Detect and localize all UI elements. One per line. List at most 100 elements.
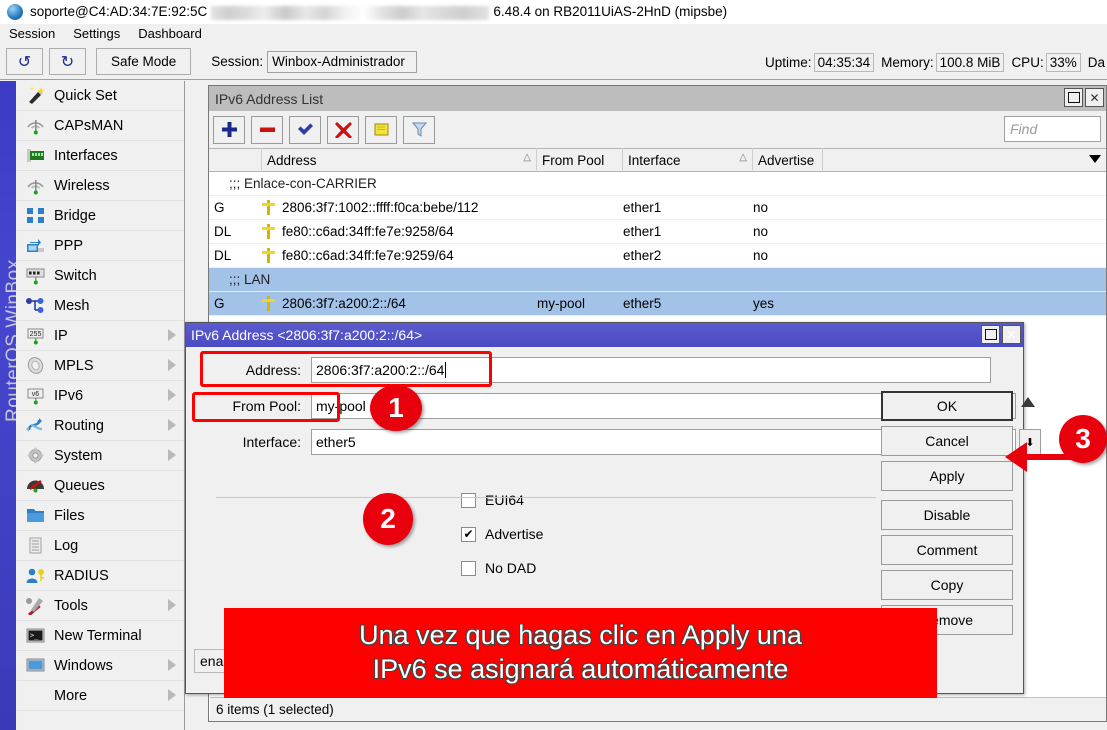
bridge-arrows-icon	[22, 205, 48, 227]
sidebar-item-ppp[interactable]: PPP	[16, 231, 184, 261]
sidebar-item-ipv6[interactable]: v6 IPv6	[16, 381, 184, 411]
sidebar-item-windows[interactable]: Windows	[16, 651, 184, 681]
title-redacted-region	[211, 6, 489, 20]
log-list-icon	[22, 535, 48, 557]
ok-button[interactable]: OK	[881, 391, 1013, 421]
ipv6-icon: v6	[22, 385, 48, 407]
apply-button[interactable]: Apply	[881, 461, 1013, 491]
eui64-label: EUI64	[485, 492, 524, 508]
remove-button[interactable]	[251, 116, 283, 144]
sidebar-item-files[interactable]: Files	[16, 501, 184, 531]
chevron-right-icon	[168, 599, 176, 611]
dialog-window-controls: ✕	[981, 325, 1021, 344]
disable-button[interactable]: Disable	[881, 500, 1013, 530]
table-row[interactable]: DL fe80::c6ad:34ff:fe7e:9258/64 ether1 n…	[209, 220, 1106, 244]
cancel-button[interactable]: Cancel	[881, 426, 1013, 456]
safe-mode-button[interactable]: Safe Mode	[96, 48, 191, 75]
column-address[interactable]: Address △	[262, 148, 537, 172]
list-window-titlebar: IPv6 Address List ✕	[209, 86, 1106, 111]
sidebar-item-label: Log	[54, 538, 78, 554]
sidebar-item-more[interactable]: More	[16, 681, 184, 711]
annotation-badge-1: 1	[370, 385, 422, 431]
close-icon[interactable]: ✕	[1002, 325, 1021, 344]
sidebar-item-mpls[interactable]: MPLS	[16, 351, 184, 381]
filter-button[interactable]	[403, 116, 435, 144]
disable-button[interactable]	[327, 116, 359, 144]
sort-indicator-icon: △	[739, 152, 747, 163]
table-row-comment[interactable]: ;;; LAN	[209, 268, 1106, 292]
sidebar-item-bridge[interactable]: Bridge	[16, 201, 184, 231]
column-label: From Pool	[542, 153, 604, 168]
sidebar-item-log[interactable]: Log	[16, 531, 184, 561]
sidebar-item-label: MPLS	[54, 358, 94, 374]
sidebar-item-label: CAPsMAN	[54, 118, 123, 134]
note-line-1: Una vez que hagas clic en Apply una	[359, 619, 802, 653]
column-from-pool[interactable]: From Pool	[537, 148, 623, 172]
sidebar-item-switch[interactable]: Switch	[16, 261, 184, 291]
cell-advertise: no	[753, 200, 823, 215]
user-key-icon	[22, 565, 48, 587]
address-input[interactable]: 2806:3f7:a200:2::/64	[311, 357, 991, 383]
cell-interface: ether2	[623, 248, 753, 263]
no-dad-label: No DAD	[485, 560, 536, 576]
comment-button[interactable]	[365, 116, 397, 144]
window-controls: ✕	[1064, 88, 1104, 107]
chevron-down-icon[interactable]	[1089, 155, 1101, 163]
sidebar-item-quick-set[interactable]: Quick Set	[16, 81, 184, 111]
session-value[interactable]: Winbox-Administrador	[267, 51, 417, 73]
column-interface[interactable]: Interface △	[623, 148, 753, 172]
chevron-right-icon	[168, 329, 176, 341]
sidebar-item-wireless[interactable]: Wireless	[16, 171, 184, 201]
eui64-checkbox[interactable]	[461, 493, 476, 508]
table-row[interactable]: G 2806:3f7:1002::ffff:f0ca:bebe/112 ethe…	[209, 196, 1106, 220]
sidebar-item-label: Switch	[54, 268, 97, 284]
folder-icon	[22, 505, 48, 527]
column-label: Interface	[628, 153, 681, 168]
uptime-value: 04:35:34	[814, 53, 875, 72]
sidebar-item-label: IP	[54, 328, 68, 344]
annotation-note-box: Una vez que hagas clic en Apply una IPv6…	[224, 608, 937, 698]
advertise-checkbox[interactable]: ✔	[461, 527, 476, 542]
sidebar-item-system[interactable]: System	[16, 441, 184, 471]
table-row[interactable]: DL fe80::c6ad:34ff:fe7e:9259/64 ether2 n…	[209, 244, 1106, 268]
chevron-right-icon	[168, 449, 176, 461]
enable-button[interactable]	[289, 116, 321, 144]
main-toolbar: ↺ ↻ Safe Mode Session: Winbox-Administra…	[0, 44, 1107, 80]
sidebar-item-label: Tools	[54, 598, 88, 614]
copy-button[interactable]: Copy	[881, 570, 1013, 600]
cell-interface: ether5	[623, 296, 753, 311]
ip-255-icon: 255	[22, 325, 48, 347]
sidebar-item-mesh[interactable]: Mesh	[16, 291, 184, 321]
add-button[interactable]	[213, 116, 245, 144]
table-row-comment[interactable]: ;;; Enlace-con-CARRIER	[209, 172, 1106, 196]
menu-settings[interactable]: Settings	[64, 24, 129, 44]
redo-arrow-icon[interactable]: ↻	[49, 48, 86, 75]
menu-session[interactable]: Session	[0, 24, 64, 44]
maximize-icon[interactable]	[981, 325, 1000, 344]
column-label: Address	[267, 153, 317, 168]
from-pool-collapse-icon[interactable]	[1021, 397, 1035, 407]
column-label: Advertise	[758, 153, 814, 168]
comment-button[interactable]: Comment	[881, 535, 1013, 565]
sidebar-item-radius[interactable]: RADIUS	[16, 561, 184, 591]
search-input[interactable]: Find	[1004, 116, 1101, 142]
chevron-right-icon	[168, 419, 176, 431]
column-advertise[interactable]: Advertise	[753, 148, 823, 172]
memory-label: Memory:	[881, 55, 934, 70]
sidebar-item-new-terminal[interactable]: >_ New Terminal	[16, 621, 184, 651]
maximize-icon[interactable]	[1064, 88, 1083, 107]
sidebar-item-tools[interactable]: Tools	[16, 591, 184, 621]
menubar: Session Settings Dashboard	[0, 24, 1107, 44]
menu-dashboard[interactable]: Dashboard	[129, 24, 211, 44]
undo-arrow-icon[interactable]: ↺	[6, 48, 43, 75]
table-row[interactable]: G 2806:3f7:a200:2::/64 my-pool ether5 ye…	[209, 292, 1106, 316]
sidebar-item-routing[interactable]: Routing	[16, 411, 184, 441]
no-dad-checkbox[interactable]	[461, 561, 476, 576]
sidebar-item-capsman[interactable]: CAPsMAN	[16, 111, 184, 141]
sidebar-item-queues[interactable]: Queues	[16, 471, 184, 501]
sidebar-item-interfaces[interactable]: Interfaces	[16, 141, 184, 171]
sidebar-item-label: Queues	[54, 478, 105, 494]
close-icon[interactable]: ✕	[1085, 88, 1104, 107]
gear-icon	[22, 445, 48, 467]
sidebar-item-ip[interactable]: 255 IP	[16, 321, 184, 351]
